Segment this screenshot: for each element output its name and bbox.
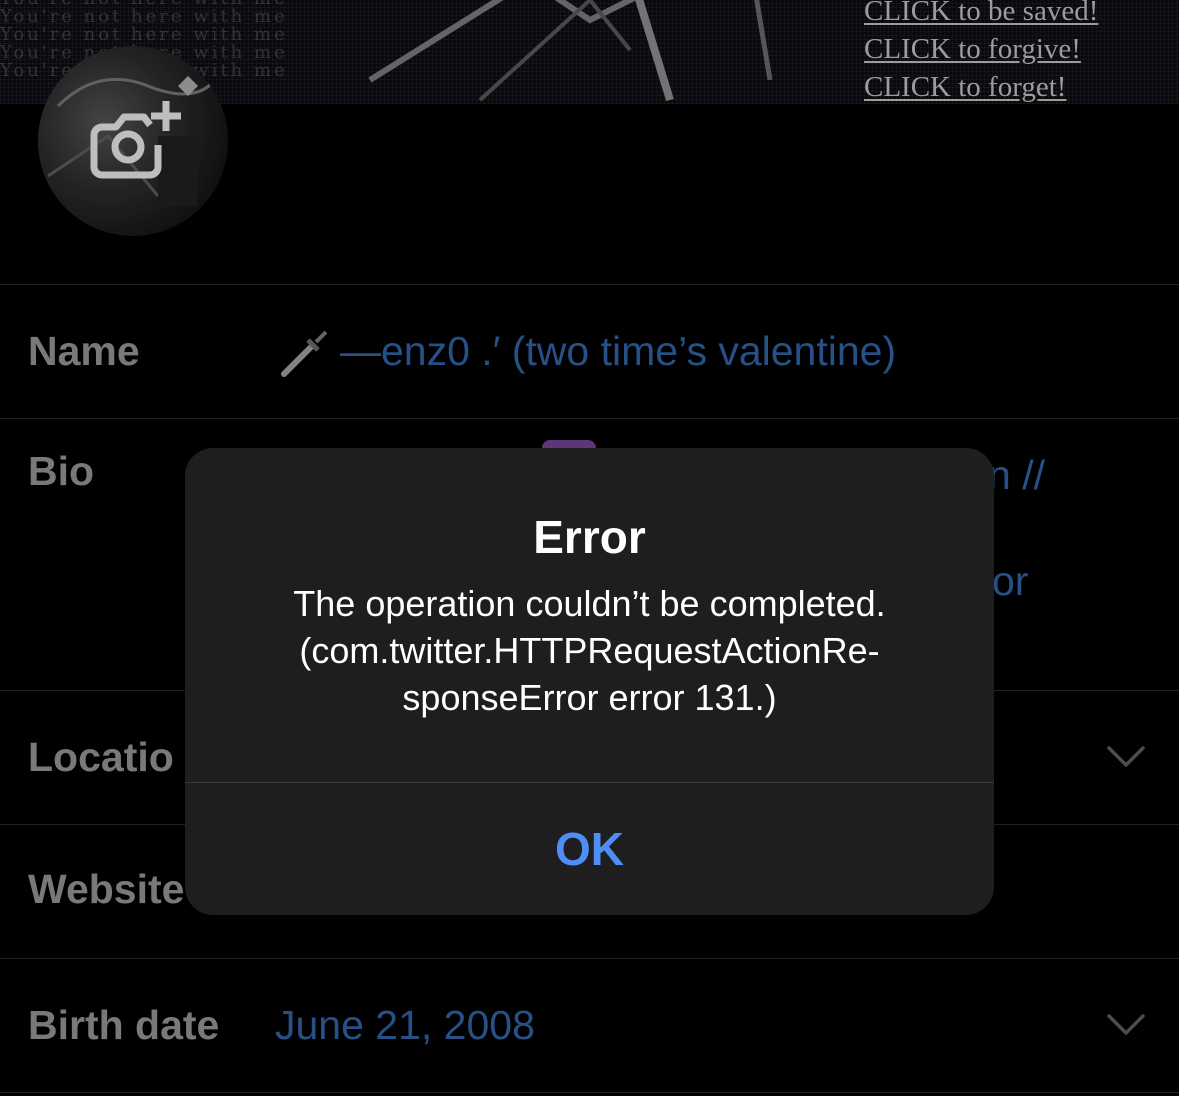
alert-message: The operation couldn’t be completed. (co… xyxy=(185,580,994,721)
edit-profile-screen: You're not here with me You're not here … xyxy=(0,0,1179,1096)
alert-message-line: sponseError error 131.) xyxy=(402,677,777,718)
ok-button[interactable]: OK xyxy=(185,783,994,915)
alert-message-line: (com.twitter.HTTPRequestActionRe- xyxy=(299,630,880,671)
alert-message-line: The operation couldn’t be completed. xyxy=(293,583,886,624)
alert-title: Error xyxy=(533,511,646,563)
